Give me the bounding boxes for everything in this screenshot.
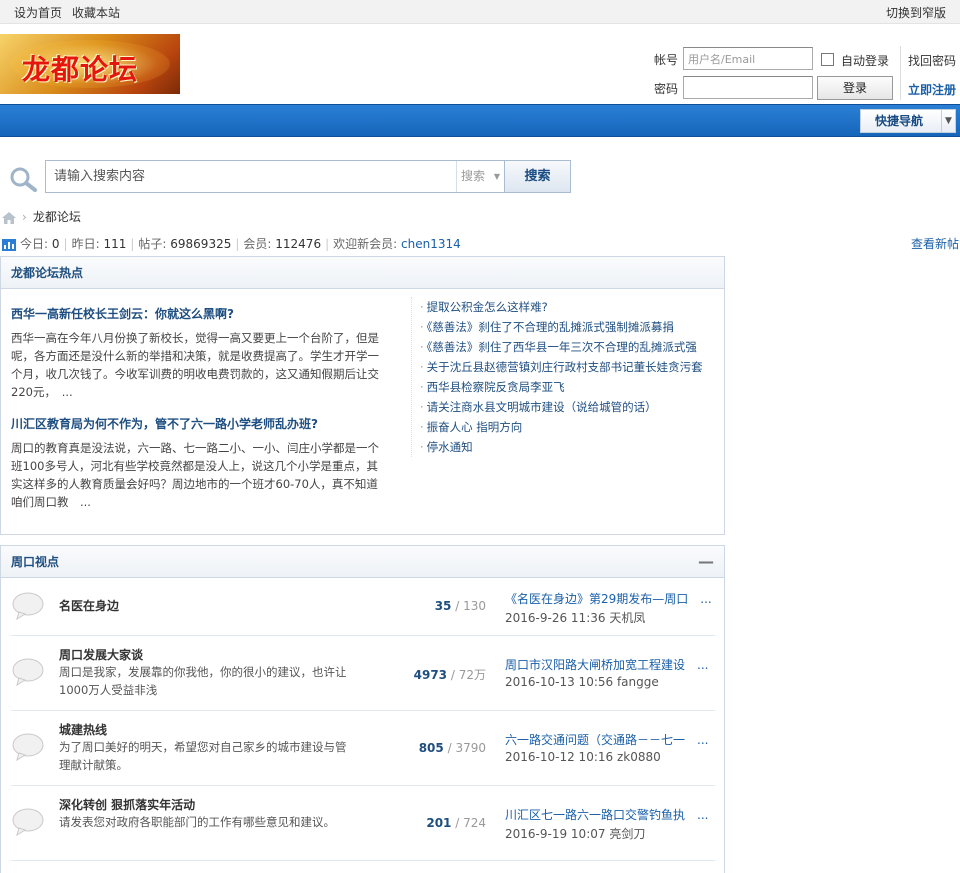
newest-member-link[interactable]: chen1314 — [401, 237, 461, 251]
last-post: 川汇区七一路六一路口交警钓鱼执 ... 2016-9-19 10:07 亮剑刀 — [505, 806, 715, 842]
search-input[interactable]: 请输入搜索内容 — [46, 161, 456, 192]
search-box: 请输入搜索内容 搜索 ▼ 搜索 — [45, 160, 571, 193]
register-link[interactable]: 立即注册 — [908, 81, 956, 98]
featured-topic-summary: 周口的教育真是没法说，六一路、七一路二小、一小、闫庄小学都是一个班100多号人，… — [11, 441, 379, 509]
forum-section-panel: 周口视点 — 名医在身边 35 / 130 《名医在身边》第29期发布—周口 .… — [0, 545, 725, 873]
forum-description: 为了周口美好的明天，希望您对自己家乡的城市建设与管理献计献策。 — [59, 740, 347, 772]
username-input[interactable]: 用户名/Email — [683, 47, 813, 70]
members-label: 会员: — [243, 237, 272, 251]
last-post: 六一路交通问题（交通路－－七一 ... 2016-10-12 10:16 zk0… — [505, 731, 715, 764]
today-count: 0 — [51, 237, 60, 251]
hot-topic-list: · 提取公积金怎么这样难? · 《慈善法》刹住了不合理的乱摊派式强制摊派募捐 · 《慈… — [411, 297, 716, 457]
yesterday-count: 111 — [103, 237, 127, 251]
forum-counts: 4973 / 72万 — [413, 668, 486, 682]
welcome-label: 欢迎新会员: — [333, 237, 398, 251]
top-bar: 设为首页 收藏本站 切换到窄版 — [0, 0, 960, 24]
search-type-select[interactable]: 搜索 ▼ — [456, 161, 504, 192]
search-icon — [10, 167, 37, 192]
last-post-meta: 2016-9-19 10:07 亮剑刀 — [505, 827, 646, 841]
breadcrumb-current[interactable]: 龙都论坛 — [33, 210, 81, 224]
search-button[interactable]: 搜索 — [504, 161, 570, 192]
forum-counts: 805 / 3790 — [418, 741, 486, 755]
table-row: 城建热线 为了周口美好的明天，希望您对自己家乡的城市建设与管理献计献策。 805… — [11, 711, 715, 786]
list-item[interactable]: · 振奋人心 指明方向 — [420, 417, 716, 437]
login-divider — [900, 46, 901, 100]
forum-name[interactable]: 名医在身边 — [59, 597, 119, 614]
chat-bubble-icon — [12, 592, 44, 620]
site-logo[interactable]: 龙都论坛 — [0, 34, 180, 94]
chat-bubble-icon — [12, 733, 44, 761]
last-post-title[interactable]: 六一路交通问题（交通路－－七一 ... — [505, 731, 715, 748]
find-password-link[interactable]: 找回密码 — [908, 52, 956, 69]
forum-name[interactable]: 深化转创 狠抓落实年活动 — [59, 796, 195, 813]
posts-label: 帖子: — [138, 237, 167, 251]
table-row: 名医在身边 35 / 130 《名医在身边》第29期发布—周口 ... 2016… — [11, 578, 715, 636]
main-nav-bar: 快捷导航 ▼ — [0, 104, 960, 137]
list-item[interactable]: · 《慈善法》刹住了西华县一年三次不合理的乱摊派式强 — [420, 337, 716, 357]
home-icon[interactable] — [2, 211, 16, 224]
breadcrumb-separator: › — [22, 210, 27, 224]
members-count: 112476 — [275, 237, 322, 251]
forum-description: 周口是我家，发展靠的你我他，你的很小的建议，也许让1000万人受益非浅 — [59, 665, 347, 697]
password-label: 密码 — [654, 82, 679, 96]
forum-description: 请发表您对政府各职能部门的工作有哪些意见和建议。 — [59, 815, 335, 829]
list-item[interactable]: · 《慈善法》刹住了不合理的乱摊派式强制摊派募捐 — [420, 317, 716, 337]
last-post-title[interactable]: 川汇区七一路六一路口交警钓鱼执 ... — [505, 806, 715, 823]
featured-topic-title[interactable]: 西华一高新任校长王剑云：你就这么黑啊? — [11, 305, 389, 323]
quick-nav-button[interactable]: 快捷导航 ▼ — [860, 109, 956, 133]
forum-name[interactable]: 周口发展大家谈 — [59, 646, 143, 663]
table-row: 周口发展大家谈 周口是我家，发展靠的你我他，你的很小的建议，也许让1000万人受… — [11, 636, 715, 711]
top-links: 设为首页 收藏本站 — [14, 4, 130, 21]
auto-login-label: 自动登录 — [841, 54, 890, 68]
forum-name[interactable]: 城建热线 — [59, 721, 107, 738]
collapse-icon[interactable]: — — [698, 546, 714, 578]
featured-topic-summary: 西华一高在今年八月份换了新校长，觉得一高又要更上一个台阶了，但是呢，各方面还是没… — [11, 331, 379, 399]
chat-bubble-icon — [12, 808, 44, 836]
featured-topic-title[interactable]: 川汇区教育局为何不作为，管不了六一路小学老师乱办班? — [11, 415, 389, 433]
last-post-meta: 2016-10-12 10:16 zk0880 — [505, 750, 661, 764]
chevron-down-icon: ▼ — [493, 172, 500, 181]
stats-icon — [2, 238, 16, 251]
search-type-label: 搜索 — [461, 169, 486, 183]
last-post-title[interactable]: 《名医在身边》第29期发布—周口 ... — [505, 590, 715, 607]
last-post-title[interactable]: 周口市汉阳路大闸桥加宽工程建设 ... — [505, 656, 715, 673]
auto-login-checkbox[interactable] — [821, 53, 834, 66]
login-button[interactable]: 登录 — [817, 76, 893, 100]
chat-bubble-icon — [12, 658, 44, 686]
set-home-link[interactable]: 设为首页 — [14, 6, 62, 20]
list-item[interactable]: · 西华县检察院反贪局李亚飞 — [420, 377, 716, 397]
last-post: 周口市汉阳路大闸桥加宽工程建设 ... 2016-10-13 10:56 fan… — [505, 656, 715, 689]
posts-count: 69869325 — [170, 237, 232, 251]
list-item[interactable]: · 关于沈丘县赵德营镇刘庄行政村支部书记董长娃贪污套 — [420, 357, 716, 377]
logo-text: 龙都论坛 — [22, 53, 139, 86]
bookmark-link[interactable]: 收藏本站 — [72, 6, 120, 20]
switch-width-link[interactable]: 切换到窄版 — [886, 4, 946, 21]
last-post: 《名医在身边》第29期发布—周口 ... 2016-9-26 11:36 天机凤 — [505, 590, 715, 626]
list-item[interactable]: · 停水通知 — [420, 437, 716, 457]
forum-counts: 201 / 724 — [426, 816, 486, 830]
hot-topics-title: 龙都论坛热点 — [1, 257, 724, 289]
chevron-down-icon: ▼ — [941, 110, 955, 132]
list-item[interactable]: · 提取公积金怎么这样难? — [420, 297, 716, 317]
today-label: 今日: — [20, 237, 49, 251]
section-header: 周口视点 — — [1, 546, 724, 578]
section-title[interactable]: 周口视点 — [11, 555, 59, 569]
last-post-meta: 2016-9-26 11:36 天机凤 — [505, 611, 646, 625]
featured-topics: 西华一高新任校长王剑云：你就这么黑啊? 西华一高在今年八月份换了新校长，觉得一高… — [11, 305, 389, 511]
last-post-meta: 2016-10-13 10:56 fangge — [505, 675, 659, 689]
password-input[interactable] — [683, 76, 813, 99]
list-item[interactable]: · 请关注商水县文明城市建设（说给城管的话） — [420, 397, 716, 417]
forum-counts: 35 / 130 — [434, 599, 486, 613]
breadcrumb: › 龙都论坛 — [2, 208, 81, 225]
quick-nav-label: 快捷导航 — [875, 114, 924, 128]
view-new-posts-link[interactable]: 查看新帖 — [911, 235, 959, 252]
table-row: 深化转创 狠抓落实年活动 请发表您对政府各职能部门的工作有哪些意见和建议。 20… — [11, 786, 715, 861]
hot-topics-panel: 龙都论坛热点 西华一高新任校长王剑云：你就这么黑啊? 西华一高在今年八月份换了新… — [0, 256, 725, 535]
forum-stats: 今日: 0 | 昨日: 111 | 帖子: 69869325 | 会员: 112476 | 欢迎… — [2, 235, 461, 252]
username-label: 帐号 — [654, 53, 679, 67]
yesterday-label: 昨日: — [71, 237, 100, 251]
